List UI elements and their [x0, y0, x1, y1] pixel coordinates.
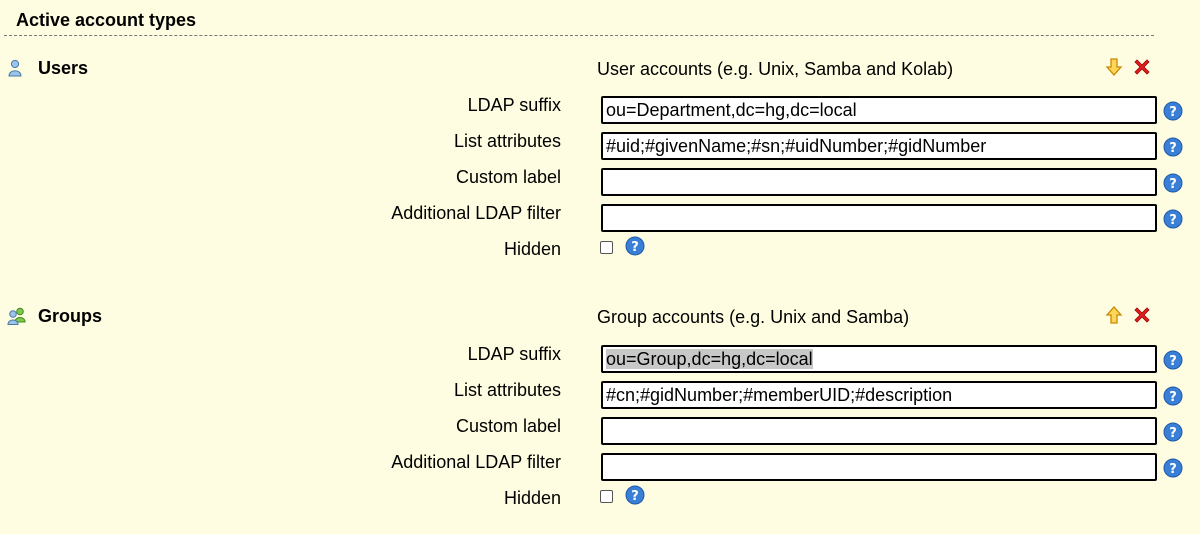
- svg-text:?: ?: [631, 489, 639, 504]
- additional-filter-input[interactable]: [601, 453, 1157, 481]
- section-title: Active account types: [16, 10, 197, 30]
- delete-icon[interactable]: [1132, 57, 1152, 77]
- svg-text:?: ?: [1169, 213, 1177, 228]
- help-icon[interactable]: ?: [1163, 458, 1183, 478]
- account-type-name: Groups: [38, 306, 103, 326]
- delete-icon[interactable]: [1132, 305, 1152, 325]
- svg-text:?: ?: [1169, 462, 1177, 477]
- hidden-checkbox[interactable]: [600, 241, 613, 254]
- account-type-description: Group accounts (e.g. Unix and Samba): [597, 307, 910, 327]
- svg-text:?: ?: [631, 240, 639, 255]
- hidden-checkbox[interactable]: [600, 490, 613, 503]
- ldap-suffix-label: LDAP suffix: [467, 344, 561, 364]
- svg-text:?: ?: [1169, 141, 1177, 156]
- section-divider: [4, 35, 1154, 36]
- list-attributes-input[interactable]: [601, 381, 1157, 409]
- hidden-label: Hidden: [503, 239, 561, 259]
- ldap-suffix-label: LDAP suffix: [467, 95, 561, 115]
- svg-text:?: ?: [1169, 390, 1177, 405]
- list-attributes-label: List attributes: [453, 131, 561, 151]
- help-icon[interactable]: ?: [1163, 137, 1183, 157]
- help-icon[interactable]: ?: [1163, 422, 1183, 442]
- user-icon: [8, 59, 22, 77]
- svg-text:?: ?: [1169, 105, 1177, 120]
- ldap-suffix-input[interactable]: [601, 96, 1157, 124]
- additional-filter-label: Additional LDAP filter: [391, 452, 561, 472]
- account-type-name: Users: [38, 58, 89, 78]
- help-icon[interactable]: ?: [1163, 350, 1183, 370]
- svg-text:?: ?: [1169, 426, 1177, 441]
- help-icon[interactable]: ?: [1163, 173, 1183, 193]
- account-type-description: User accounts (e.g. Unix, Samba and Kola…: [597, 59, 954, 79]
- help-icon[interactable]: ?: [625, 236, 645, 256]
- custom-label-label: Custom label: [455, 167, 561, 187]
- custom-label-label: Custom label: [455, 416, 561, 436]
- svg-text:?: ?: [1169, 354, 1177, 369]
- help-icon[interactable]: ?: [625, 485, 645, 505]
- help-icon[interactable]: ?: [1163, 101, 1183, 121]
- help-icon[interactable]: ?: [1163, 209, 1183, 229]
- hidden-label: Hidden: [503, 488, 561, 508]
- list-attributes-input[interactable]: [601, 132, 1157, 160]
- custom-label-input[interactable]: [601, 168, 1157, 196]
- group-icon: [7, 307, 26, 325]
- move-up-button[interactable]: [1104, 305, 1124, 325]
- help-icon[interactable]: ?: [1163, 386, 1183, 406]
- additional-filter-input[interactable]: [601, 204, 1157, 232]
- svg-text:?: ?: [1169, 177, 1177, 192]
- move-down-button[interactable]: [1104, 57, 1124, 77]
- ldap-suffix-input[interactable]: ou=Group,dc=hg,dc=local: [601, 345, 1157, 373]
- custom-label-input[interactable]: [601, 417, 1157, 445]
- list-attributes-label: List attributes: [453, 380, 561, 400]
- additional-filter-label: Additional LDAP filter: [391, 203, 561, 223]
- selected-text: ou=Group,dc=hg,dc=local: [606, 349, 813, 369]
